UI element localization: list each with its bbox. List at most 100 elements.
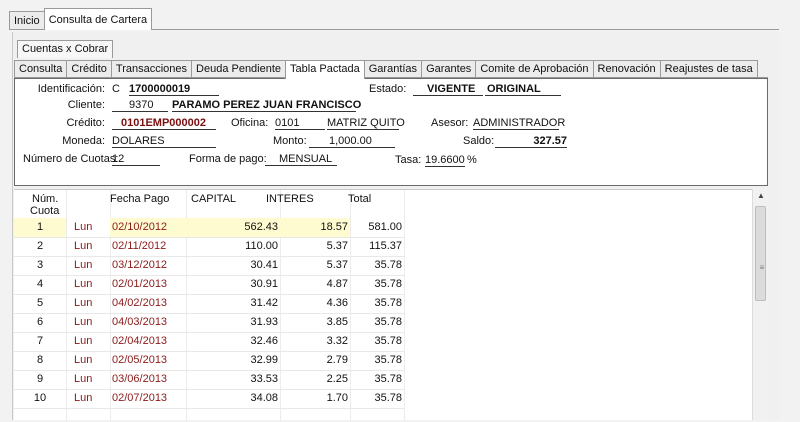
- tab-deuda-pendiente[interactable]: Deuda Pendiente: [191, 60, 287, 78]
- capital-value: 32.46: [250, 335, 278, 347]
- capital-value: 562.43: [186, 218, 280, 237]
- cliente-code: 9370: [112, 99, 168, 112]
- cuota-day: Lun: [74, 278, 93, 290]
- identificacion-tipo: C: [112, 83, 120, 95]
- header-capital[interactable]: CAPITAL: [191, 193, 236, 205]
- capital-value: 110.00: [245, 240, 278, 252]
- cliente-label: Cliente:: [67, 99, 105, 111]
- tab-reajustes-tasa[interactable]: Reajustes de tasa: [659, 60, 758, 78]
- table-row[interactable]: 8 Lun 02/05/2013 32.99 2.79 35.78: [14, 351, 404, 370]
- tab-garantes[interactable]: Garantes: [421, 60, 477, 78]
- saldo-label: Saldo:: [463, 135, 495, 147]
- total-value: 35.78: [374, 278, 402, 290]
- tab-renovacion[interactable]: Renovación: [592, 60, 661, 78]
- forma-pago-label: Forma de pago:: [189, 153, 267, 165]
- interes-value: 2.79: [326, 354, 348, 366]
- table-row[interactable]: 2 Lun 02/11/2012 110.00 5.37 115.37: [14, 237, 404, 256]
- cuota-number: 8: [36, 354, 44, 366]
- table-row[interactable]: 9 Lun 03/06/2013 33.53 2.25 35.78: [14, 370, 404, 389]
- saldo-value: 327.57: [495, 135, 567, 148]
- cliente-name: PARAMO PEREZ JUAN FRANCISCO: [172, 99, 362, 112]
- cuota-number: 10: [33, 392, 47, 404]
- oficina-name: MATRIZ QUITO: [327, 117, 405, 130]
- tab-comite-aprobacion[interactable]: Comite de Aprobación: [475, 60, 594, 78]
- cuota-number: 9: [36, 373, 44, 385]
- cuota-day: Lun: [74, 259, 93, 271]
- estado-tipo: ORIGINAL: [485, 83, 561, 96]
- oficina-label: Oficina:: [231, 117, 269, 129]
- vertical-scrollbar[interactable]: ▲ ≡: [752, 189, 768, 420]
- cuota-day: Lun: [74, 373, 93, 385]
- interes-value: 3.85: [326, 316, 348, 328]
- header-interes[interactable]: INTERES: [266, 193, 314, 205]
- header-num-cuota: Cuota: [30, 205, 60, 217]
- tab-consulta-cartera[interactable]: Consulta de Cartera: [43, 8, 153, 30]
- fecha-pago: 02/05/2013: [112, 354, 168, 366]
- total-value: 581.00: [368, 221, 402, 233]
- capital-value: 31.42: [250, 297, 278, 309]
- numero-cuotas-value: 12: [112, 153, 160, 166]
- table-row[interactable]: 5 Lun 04/02/2013 31.42 4.36 35.78: [14, 294, 404, 313]
- header-num[interactable]: Núm.: [32, 193, 58, 205]
- asesor-label: Asesor:: [431, 117, 469, 129]
- interes-value: 5.37: [326, 240, 348, 252]
- table-row[interactable]: 6 Lun 04/03/2013 31.93 3.85 35.78: [14, 313, 404, 332]
- capital-value: 30.91: [250, 278, 278, 290]
- credito-label: Crédito:: [66, 117, 105, 129]
- header-total[interactable]: Total: [348, 193, 371, 205]
- row-divider: [14, 408, 404, 409]
- total-value: 35.78: [374, 373, 402, 385]
- interes-value: 2.25: [326, 373, 348, 385]
- tab-inicio[interactable]: Inicio: [9, 11, 45, 30]
- cuota-day: Lun: [74, 335, 93, 347]
- scroll-up-arrow-icon[interactable]: ▲: [753, 189, 769, 203]
- table-header: Núm. Cuota Fecha Pago CAPITAL INTERES To…: [14, 190, 404, 218]
- table-row[interactable]: 10 Lun 02/07/2013 34.08 1.70 35.78: [14, 389, 404, 408]
- tab-garantias[interactable]: Garantías: [363, 60, 423, 78]
- credito-value: 0101EMP000002: [112, 117, 216, 130]
- oficina-code: 0101: [275, 117, 325, 130]
- capital-value: 31.93: [250, 316, 278, 328]
- capital-value: 33.53: [250, 373, 278, 385]
- credit-info-panel: Identificación: C 1700000019 Estado: VIG…: [14, 78, 768, 186]
- fecha-pago: 02/10/2012: [110, 218, 186, 237]
- cuota-number: 7: [36, 335, 44, 347]
- tasa-label: Tasa:: [395, 154, 422, 166]
- identificacion-label: Identificación:: [37, 83, 105, 95]
- fecha-pago: 04/02/2013: [112, 297, 168, 309]
- scroll-grip-icon: ≡: [759, 263, 765, 272]
- tab-transacciones[interactable]: Transacciones: [110, 60, 193, 78]
- total-value: 35.78: [374, 297, 402, 309]
- interes-value: 3.32: [326, 335, 348, 347]
- numero-cuotas-label: Número de Cuotas:: [23, 153, 119, 165]
- cuota-day: Lun: [74, 392, 93, 404]
- capital-value: 30.41: [250, 259, 278, 271]
- total-value: 35.78: [374, 259, 402, 271]
- tab-credito[interactable]: Crédito: [66, 60, 112, 78]
- tab-consulta[interactable]: Consulta: [14, 60, 68, 78]
- total-value: 35.78: [374, 335, 402, 347]
- table-row[interactable]: 7 Lun 02/04/2013 32.46 3.32 35.78: [14, 332, 404, 351]
- tab-cuentas-por-cobrar[interactable]: Cuentas x Cobrar: [17, 40, 114, 58]
- fecha-pago: 02/11/2012: [112, 240, 167, 252]
- cuota-day: Lun: [74, 297, 93, 309]
- cuota-day: Lun: [74, 354, 93, 366]
- moneda-label: Moneda:: [62, 135, 105, 147]
- table-row[interactable]: 4 Lun 02/01/2013 30.91 4.87 35.78: [14, 275, 404, 294]
- cuota-number: 6: [36, 316, 44, 328]
- column-divider: [404, 190, 405, 421]
- table-row[interactable]: 1 Lun 02/10/2012 562.43 18.57 581.00: [14, 218, 404, 237]
- tasa-value: 19.6600: [425, 154, 465, 167]
- fecha-pago: 03/06/2013: [112, 373, 168, 385]
- interes-value: 4.36: [326, 297, 348, 309]
- estado-label: Estado:: [369, 83, 407, 95]
- table-row[interactable]: 3 Lun 03/12/2012 30.41 5.37 35.78: [14, 256, 404, 275]
- total-value: 115.37: [369, 240, 402, 252]
- cuota-number: 4: [36, 278, 44, 290]
- cuota-number: 5: [36, 297, 44, 309]
- cuota-number: 3: [36, 259, 44, 271]
- scroll-thumb[interactable]: ≡: [755, 206, 766, 301]
- header-fecha-pago[interactable]: Fecha Pago: [110, 193, 169, 205]
- tasa-unit: %: [467, 154, 477, 166]
- tab-tabla-pactada[interactable]: Tabla Pactada: [285, 60, 365, 79]
